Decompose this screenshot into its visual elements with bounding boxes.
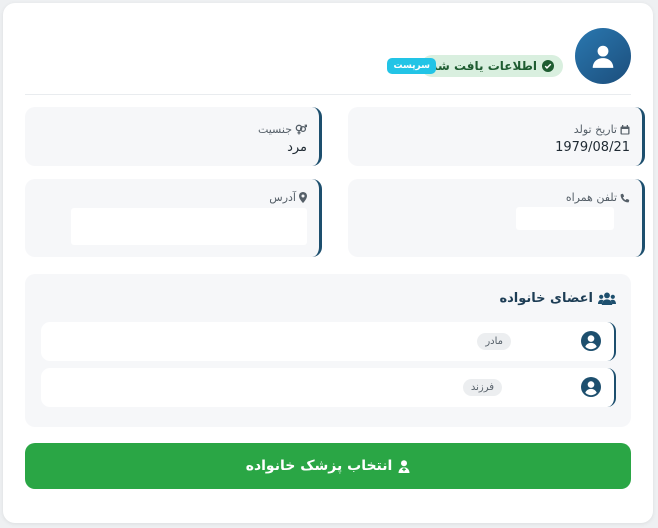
users-icon — [598, 292, 616, 305]
map-marker-icon — [299, 192, 307, 203]
found-status-badge: اطلاعات یافت شد — [421, 55, 563, 77]
mobile-field: تلفن همراه — [348, 179, 645, 257]
patient-header: اطلاعات یافت شد سرپست — [25, 25, 631, 85]
mobile-value — [516, 207, 614, 230]
mobile-label: تلفن همراه — [565, 191, 617, 204]
patient-card: اطلاعات یافت شد سرپست تاریخ تولد 1979/08… — [3, 3, 653, 523]
gender-icon — [295, 124, 307, 135]
select-family-doctor-button[interactable]: انتخاب پزشک خانواده — [25, 443, 631, 489]
user-circle-icon — [581, 331, 601, 351]
birth-date-label: تاریخ تولد — [573, 123, 617, 136]
phone-icon — [620, 193, 630, 202]
member-relation-badge: فرزند — [462, 379, 502, 396]
address-field: آدرس — [25, 179, 322, 257]
calendar-icon — [620, 124, 630, 134]
found-status-label: اطلاعات یافت شد — [431, 59, 537, 73]
patient-avatar — [575, 28, 631, 84]
address-label: آدرس — [269, 191, 296, 204]
family-member-row[interactable]: مادر — [41, 322, 616, 361]
gender-value: مرد — [287, 140, 307, 155]
check-circle-icon — [542, 60, 554, 72]
user-circle-icon — [581, 377, 601, 397]
gender-label: جنسیت — [257, 123, 292, 136]
birth-date-value: 1979/08/21 — [555, 140, 630, 155]
patient-type-badge: سرپست — [387, 58, 436, 74]
member-relation-badge: مادر — [477, 333, 511, 350]
family-members-title: اعضای خانواده — [499, 291, 593, 306]
birth-date-field: تاریخ تولد 1979/08/21 — [348, 107, 645, 166]
header-divider — [25, 94, 631, 95]
gender-field: جنسیت مرد — [25, 107, 322, 166]
address-value — [71, 208, 307, 245]
user-avatar-icon — [592, 45, 614, 68]
family-member-row[interactable]: فرزند — [41, 368, 616, 407]
select-family-doctor-label: انتخاب پزشک خانواده — [245, 458, 393, 474]
doctor-icon — [398, 459, 410, 473]
family-members-section: اعضای خانواده مادر فرزند — [25, 274, 631, 427]
